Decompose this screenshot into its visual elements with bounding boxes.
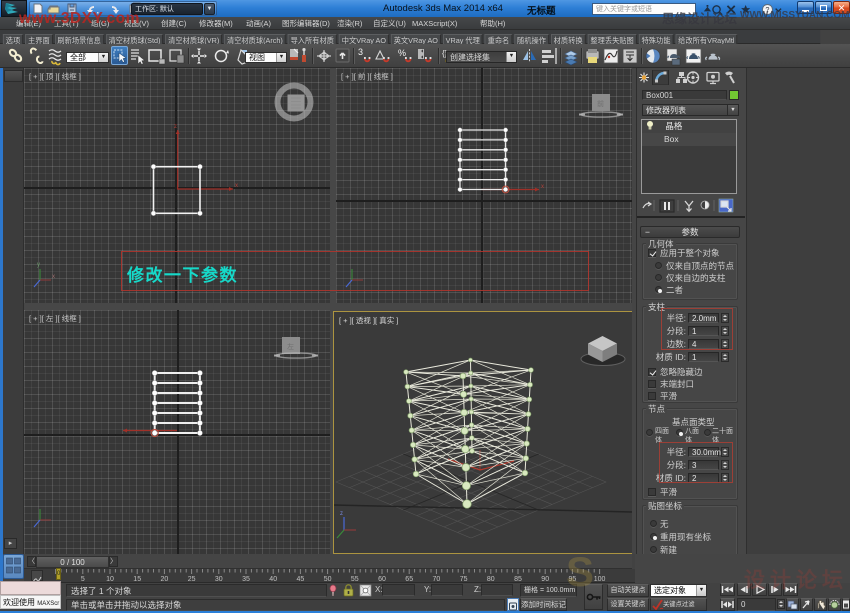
svg-text:80: 80 (487, 576, 495, 583)
svg-text:85: 85 (514, 576, 522, 583)
svg-text:x: x (541, 184, 544, 190)
svg-text:65: 65 (405, 576, 413, 583)
svg-text:40: 40 (269, 576, 277, 583)
svg-text:y: y (37, 262, 40, 268)
svg-text:75: 75 (460, 576, 468, 583)
svg-text:%: % (398, 48, 406, 58)
svg-text:25: 25 (188, 576, 196, 583)
svg-text:35: 35 (242, 576, 250, 583)
svg-text:5: 5 (81, 576, 85, 583)
svg-text:50: 50 (324, 576, 332, 583)
svg-text:左: 左 (287, 342, 294, 351)
svg-text:x: x (52, 274, 55, 280)
svg-text:前: 前 (597, 99, 604, 108)
svg-text:x: x (235, 183, 238, 189)
svg-text:30: 30 (215, 576, 223, 583)
svg-text:3: 3 (358, 47, 363, 57)
svg-text:45: 45 (297, 576, 305, 583)
svg-text:100: 100 (594, 576, 606, 583)
svg-text:15: 15 (133, 576, 141, 583)
svg-text:90: 90 (541, 576, 549, 583)
svg-text:60: 60 (378, 576, 386, 583)
svg-text:70: 70 (433, 576, 441, 583)
svg-text:z: z (340, 511, 343, 517)
svg-text:z: z (174, 124, 177, 130)
svg-text:20: 20 (161, 576, 169, 583)
svg-text:55: 55 (351, 576, 359, 583)
svg-text:10: 10 (106, 576, 114, 583)
